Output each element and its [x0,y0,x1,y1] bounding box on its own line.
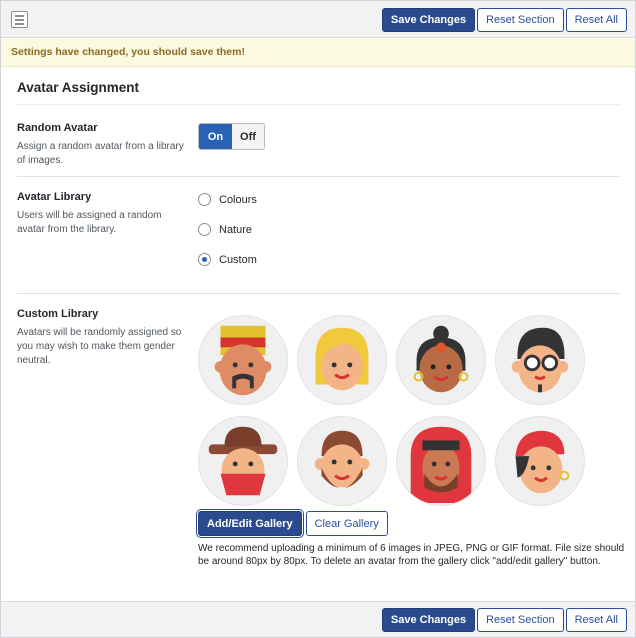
bottom-button-group: Save Changes Reset Section Reset All [381,608,627,632]
radio-label: Custom [219,253,257,266]
add-edit-gallery-button[interactable]: Add/Edit Gallery [198,511,302,536]
radio-colours[interactable]: Colours [198,193,257,206]
radio-button[interactable] [198,223,211,236]
custom-library-description: Avatars will be randomly assigned so you… [17,327,182,366]
radio-nature[interactable]: Nature [198,223,252,236]
random-avatar-toggle[interactable]: On Off [198,123,265,150]
toggle-on-option[interactable]: On [199,124,232,149]
top-button-group: Save Changes Reset Section Reset All [381,8,627,32]
radio-custom[interactable]: Custom [198,253,257,266]
avatar-icon [198,315,288,405]
save-changes-button[interactable]: Save Changes [381,8,476,32]
radio-label: Colours [219,193,257,206]
section-divider [17,104,620,105]
radio-button-checked[interactable] [198,253,211,266]
avatar-icon [495,416,585,506]
reset-section-button[interactable]: Reset Section [477,8,564,32]
section-title: Avatar Assignment [17,80,140,95]
top-toolbar: Save Changes Reset Section Reset All [1,1,635,38]
radio-button[interactable] [198,193,211,206]
avatar-icon [297,315,387,405]
random-avatar-description: Assign a random avatar from a library of… [17,141,184,166]
avatar-icon [297,416,387,506]
bottom-toolbar: Save Changes Reset Section Reset All [1,601,635,637]
avatar-library-description: Users will be assigned a random avatar f… [17,210,162,235]
random-avatar-label: Random Avatar [17,122,98,134]
toggle-off-option[interactable]: Off [232,124,264,149]
settings-changed-notice: Settings have changed, you should save t… [1,39,635,67]
notice-text: Settings have changed, you should save t… [11,46,245,58]
clear-gallery-button[interactable]: Clear Gallery [305,511,388,536]
avatar-icon [495,315,585,405]
avatar-icon [198,416,288,506]
save-changes-button[interactable]: Save Changes [381,608,476,632]
avatar-library-label: Avatar Library [17,191,92,203]
avatar-icon [396,315,486,405]
custom-library-label: Custom Library [17,308,99,320]
reset-section-button[interactable]: Reset Section [477,608,564,632]
gallery-button-group: Add/Edit Gallery Clear Gallery [198,511,388,536]
radio-label: Nature [219,223,253,236]
avatar-icon [396,416,486,506]
row-divider [17,176,620,177]
gallery-help-text: We recommend uploading a minimum of 6 im… [198,543,625,567]
row-divider [17,293,620,294]
settings-panel: Save Changes Reset Section Reset All Set… [0,0,636,638]
reset-all-button[interactable]: Reset All [565,608,627,632]
reset-all-button[interactable]: Reset All [565,8,627,32]
menu-icon[interactable] [11,11,28,28]
